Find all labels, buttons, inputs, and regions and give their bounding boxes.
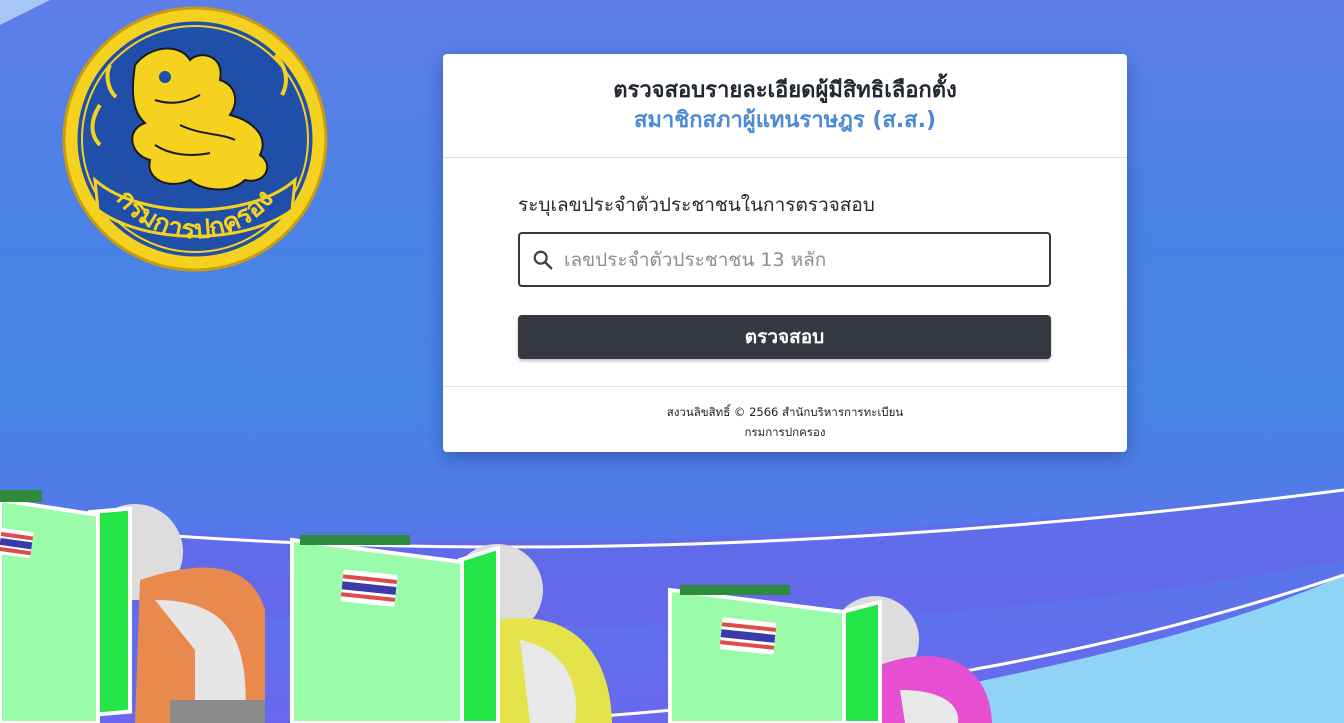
department-text: กรมการปกครอง (744, 425, 826, 439)
citizen-id-input[interactable] (562, 238, 1049, 281)
copyright-text: สงวนลิขสิทธิ์ © 2566 สำนักบริหารการทะเบี… (666, 405, 904, 419)
department-seal-logo: กรมการปกครอง (62, 6, 328, 272)
search-icon (533, 250, 553, 269)
id-search-box[interactable] (518, 232, 1051, 287)
card-header: ตรวจสอบรายละเอียดผู้มีสิทธิเลือกตั้ง สมา… (443, 54, 1127, 158)
page-title: ตรวจสอบรายละเอียดผู้มีสิทธิเลือกตั้ง (613, 78, 957, 103)
check-button[interactable]: ตรวจสอบ (518, 315, 1051, 359)
page-root: กรมการปกครอง ตรวจสอบรายละเอียดผู้มีสิทธิ… (0, 0, 1344, 723)
id-input-label: ระบุเลขประจำตัวประชาชนในการตรวจสอบ (518, 194, 875, 216)
card-body: ระบุเลขประจำตัวประชาชนในการตรวจสอบ ตรวจส… (443, 158, 1127, 387)
verification-card: ตรวจสอบรายละเอียดผู้มีสิทธิเลือกตั้ง สมา… (443, 54, 1127, 452)
card-footer: สงวนลิขสิทธิ์ © 2566 สำนักบริหารการทะเบี… (443, 387, 1127, 442)
background-corner (0, 0, 50, 25)
page-subtitle: สมาชิกสภาผู้แทนราษฎร (ส.ส.) (633, 108, 937, 133)
